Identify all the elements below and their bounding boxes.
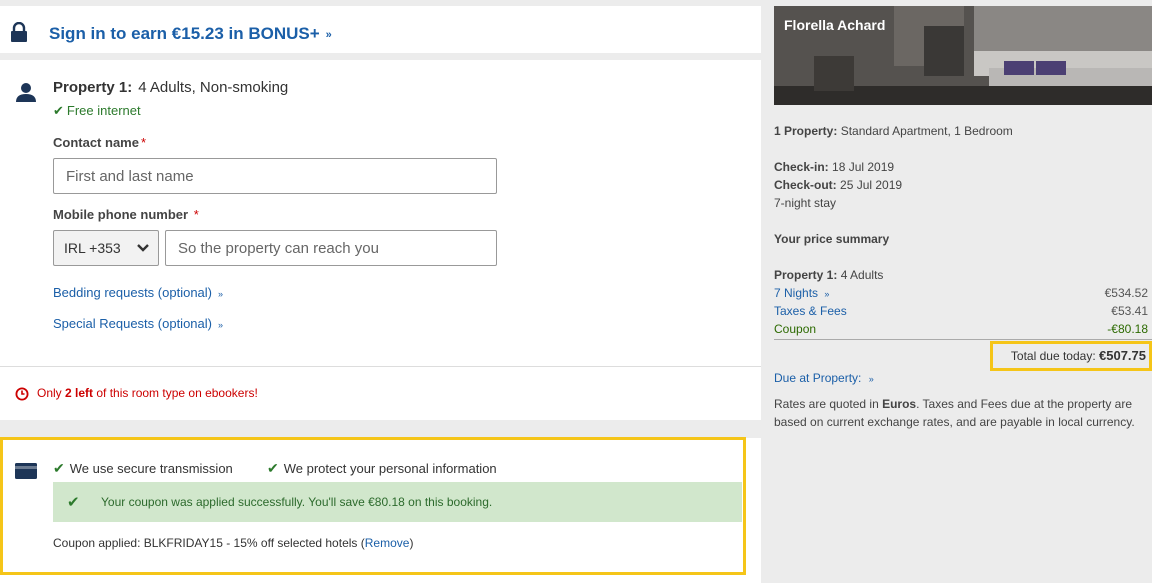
chevron-down-icon [137,244,149,252]
signin-label: Sign in to earn €15.23 in BONUS+ [49,24,320,43]
checkin-label: Check-in: [774,160,829,174]
secure-transmission-note: ✔ We use secure transmission [53,460,233,477]
checkout-label: Check-out: [774,178,837,192]
taxes-row: Taxes & Fees €53.41 [774,304,1148,318]
chevron-down-icon: » [325,29,332,41]
required-marker: * [193,207,199,222]
price-property-label: Property 1: [774,268,838,282]
checkout-date: 25 Jul 2019 [840,178,903,192]
price-property-line: Property 1: 4 Adults [774,268,883,282]
room-label: 1 Property: [774,124,838,138]
secure-transmission-label: We use secure transmission [69,461,233,476]
mobile-phone-label-text: Mobile phone number [53,207,189,222]
coupon-label: Coupon [774,322,817,336]
chevron-down-icon: » [217,320,223,330]
chevron-down-icon: » [824,289,830,299]
checkin-line: Check-in: 18 Jul 2019 [774,160,894,174]
payment-panel: ✔ We use secure transmission ✔ We protect … [0,438,761,583]
coupon-applied-text: Coupon applied: BLKFRIDAY15 - 15% off se… [53,536,365,550]
price-summary-title-text: Your price summary [774,232,890,246]
scarcity-text: Only 2 left of this room type on ebooker… [37,386,258,400]
remove-coupon-link[interactable]: Remove [365,536,410,550]
total-due-label: Total due today: [1010,349,1096,363]
special-requests-label: Special Requests (optional) [53,316,212,331]
coupon-applied-close: ) [409,536,414,550]
coupon-row: Coupon -€80.18 [774,322,1148,336]
room-summary: 1 Property: Standard Apartment, 1 Bedroo… [774,124,1013,138]
mobile-phone-input[interactable] [165,230,497,266]
chevron-down-icon: » [218,289,224,299]
contact-name-input[interactable] [53,158,497,194]
lock-icon [11,22,27,42]
amenity-free-internet: ✔ Free internet [53,103,141,119]
clock-icon [15,387,29,401]
coupon-success-message: Your coupon was applied successfully. Yo… [101,495,493,509]
checkmark-icon: ✔ [53,460,65,476]
nights-amount: €534.52 [1104,286,1148,300]
property-details-panel: Property 1: 4 Adults, Non-smoking ✔ Free i… [0,60,761,366]
nights-row: 7 Nights » €534.52 [774,286,1148,300]
property-label: Property 1: [53,79,133,96]
property-summary: Property 1: 4 Adults, Non-smoking [53,79,288,96]
signin-banner[interactable]: Sign in to earn €15.23 in BONUS+ » [0,6,761,53]
coupon-success-alert: ✔ Your coupon was applied successfully. … [53,482,742,522]
country-code-select[interactable]: IRL +353 [53,230,159,266]
coupon-applied-line: Coupon applied: BLKFRIDAY15 - 15% off se… [53,536,413,550]
due-at-property-label: Due at Property: [774,371,862,385]
scarcity-prefix: Only [37,386,66,400]
bedding-requests-label: Bedding requests (optional) [53,285,212,300]
scarcity-notice: Only 2 left of this room type on ebooker… [0,366,761,420]
room-type: Standard Apartment, 1 Bedroom [840,124,1013,138]
contact-name-label-text: Contact name [53,135,139,150]
amenity-label: Free internet [66,103,141,118]
taxes-fees-link[interactable]: Taxes & Fees [774,304,847,318]
protect-info-note: ✔ We protect your personal information [267,460,497,477]
checkmark-icon: ✔ [267,460,279,476]
scarcity-suffix: of this room type on ebookers! [93,386,258,400]
checkin-date: 18 Jul 2019 [832,160,895,174]
property-details: 4 Adults, Non-smoking [138,79,289,96]
signin-link[interactable]: Sign in to earn €15.23 in BONUS+ » [49,24,332,44]
booking-summary: Florella Achard 1 Property: Standard Apa… [768,0,1152,583]
nights-link[interactable]: 7 Nights » [774,286,829,300]
mobile-phone-label: Mobile phone number * [53,207,199,222]
coupon-amount: -€80.18 [1107,322,1148,336]
stay-length: 7-night stay [774,196,837,210]
scarcity-count: 2 left [65,386,94,400]
taxes-amount: €53.41 [1111,304,1148,318]
bedding-requests-link[interactable]: Bedding requests (optional) » [53,285,223,300]
country-code-value: IRL +353 [64,240,121,256]
price-property-guests: 4 Adults [840,268,884,282]
rates-note: Rates are quoted in Euros. Taxes and Fee… [774,395,1144,431]
checkmark-icon: ✔ [67,494,80,511]
hotel-photo: Florella Achard [774,6,1152,105]
checkmark-icon: ✔ [53,103,64,118]
divider [774,339,1152,340]
required-marker: * [140,135,147,150]
total-due-amount: €507.75 [1099,348,1146,363]
price-summary-title: Your price summary [774,232,889,246]
hotel-name: Florella Achard [784,17,886,33]
person-icon [16,83,36,102]
due-at-property-link[interactable]: Due at Property: » [774,371,874,385]
credit-card-icon [15,463,37,479]
chevron-down-icon: » [868,374,874,384]
contact-name-label: Contact name * [53,135,146,150]
checkout-line: Check-out: 25 Jul 2019 [774,178,902,192]
rates-prefix: Rates are quoted in [774,397,883,411]
rates-currency: Euros [882,397,917,411]
nights-label: 7 Nights [774,286,819,300]
special-requests-link[interactable]: Special Requests (optional) » [53,316,223,331]
protect-info-label: We protect your personal information [283,461,497,476]
total-due-box: Total due today: €507.75 [990,341,1152,371]
